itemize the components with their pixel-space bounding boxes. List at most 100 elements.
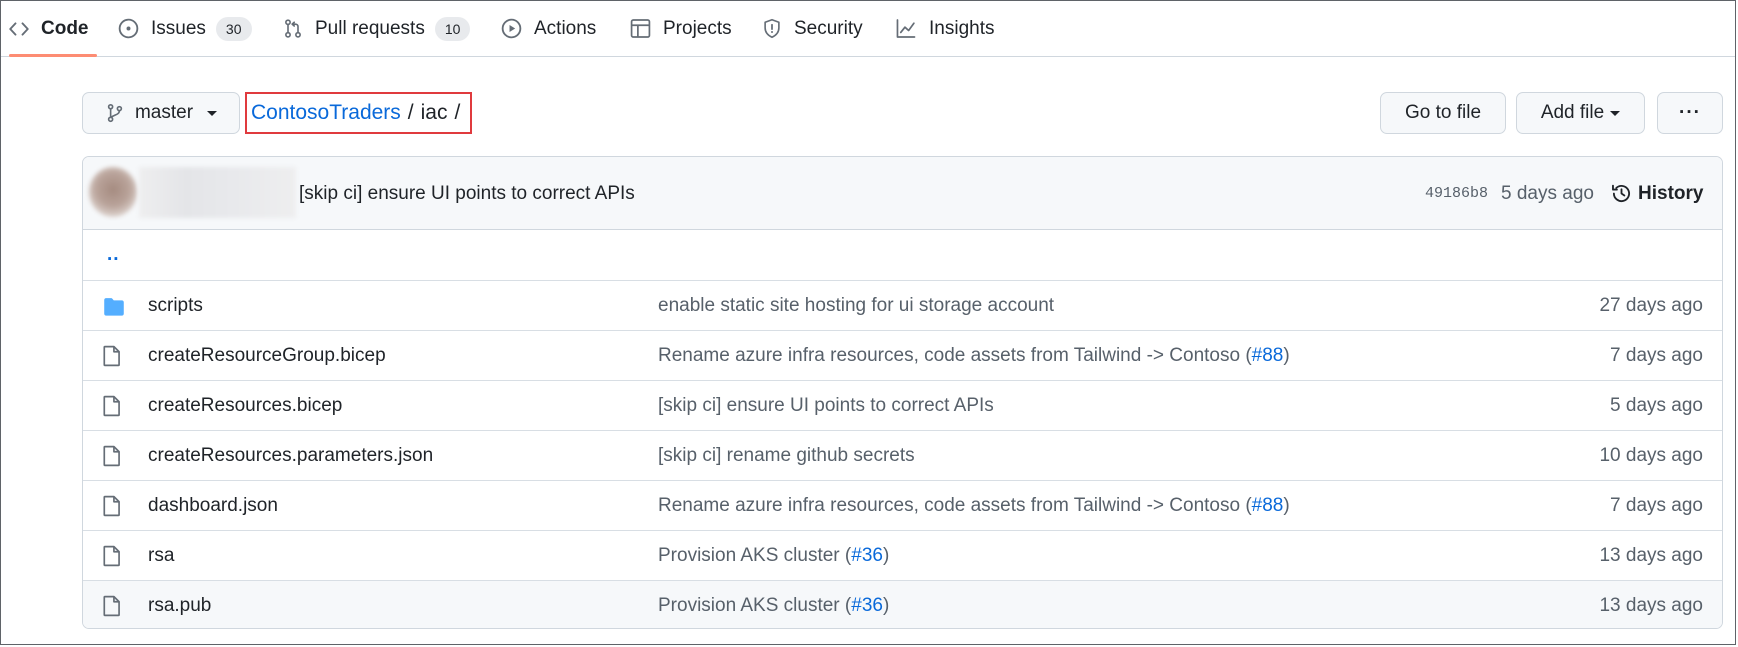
file-commit-message[interactable]: Rename azure infra resources, code asset…: [658, 481, 1290, 531]
branch-selector-button[interactable]: master: [82, 92, 240, 134]
file-row-createResources-bicep[interactable]: createResources.bicep [skip ci] ensure U…: [83, 380, 1722, 430]
tab-label: Code: [41, 17, 89, 39]
file-name-link[interactable]: rsa.pub: [148, 581, 211, 628]
pull-request-link[interactable]: #88: [1252, 345, 1284, 367]
pull-request-link[interactable]: #36: [851, 545, 883, 567]
latest-commit-message[interactable]: [skip ci] ensure UI points to correct AP…: [299, 157, 635, 230]
breadcrumb-current-dir: iac: [420, 101, 448, 124]
breadcrumb: ContosoTraders / iac /: [245, 92, 472, 134]
file-commit-message[interactable]: Provision AKS cluster (#36): [658, 581, 890, 628]
tab-label: Actions: [534, 17, 597, 39]
folder-icon: [103, 281, 125, 331]
table-icon: [630, 18, 651, 39]
go-to-file-button[interactable]: Go to file: [1380, 92, 1506, 134]
file-name-link[interactable]: rsa: [148, 531, 174, 581]
file-commit-message[interactable]: [skip ci] rename github secrets: [658, 431, 915, 481]
play-icon: [501, 18, 522, 39]
commit-message-text: [skip ci] rename github secrets: [658, 445, 915, 466]
commit-message-suffix: ): [882, 545, 890, 566]
commit-message-text: Rename azure infra resources, code asset…: [658, 495, 1252, 516]
file-name-link[interactable]: scripts: [148, 281, 203, 331]
pull-request-link[interactable]: #88: [1252, 495, 1284, 517]
commit-message-text: Provision AKS cluster (: [658, 545, 852, 566]
latest-commit-bar: [skip ci] ensure UI points to correct AP…: [83, 157, 1722, 230]
tab-security[interactable]: Security: [762, 1, 863, 56]
file-commit-message[interactable]: Rename azure infra resources, code asset…: [658, 331, 1290, 381]
kebab-horizontal-icon: ···: [1679, 102, 1701, 123]
code-icon: [9, 19, 29, 39]
file-icon: [103, 481, 121, 531]
breadcrumb-repo-link[interactable]: ContosoTraders: [251, 101, 401, 125]
branch-name: master: [134, 102, 194, 123]
file-row-createResources-parameters-json[interactable]: createResources.parameters.json [skip ci…: [83, 430, 1722, 480]
file-commit-message[interactable]: enable static site hosting for ui storag…: [658, 281, 1054, 331]
tab-actions[interactable]: Actions: [501, 1, 596, 56]
file-commit-time: 10 days ago: [1599, 445, 1703, 466]
file-name-link[interactable]: createResources.parameters.json: [148, 431, 433, 481]
repo-window: Code Issues 30 Pull requests 10 Actions: [0, 0, 1736, 645]
pull-requests-counter: 10: [434, 16, 471, 41]
file-commit-time: 7 days ago: [1610, 495, 1703, 516]
breadcrumb-trailing-separator: /: [454, 101, 461, 124]
file-icon: [103, 431, 121, 481]
file-row-rsa[interactable]: rsa Provision AKS cluster (#36) 13 days …: [83, 530, 1722, 580]
more-options-button[interactable]: ···: [1657, 92, 1723, 134]
file-name-link[interactable]: createResources.bicep: [148, 381, 342, 431]
issue-opened-icon: [118, 18, 139, 39]
file-icon: [103, 331, 121, 381]
tab-label: Pull requests: [315, 17, 425, 39]
graph-icon: [895, 18, 917, 39]
add-file-button[interactable]: Add file: [1516, 92, 1645, 134]
commit-message-suffix: ): [1283, 495, 1290, 516]
file-commit-time: 7 days ago: [1610, 345, 1703, 366]
shield-icon: [762, 18, 782, 39]
commit-author-name-blurred[interactable]: [139, 167, 296, 218]
latest-commit-sha[interactable]: 49186b8: [1425, 157, 1488, 230]
tab-label: Projects: [663, 17, 732, 39]
file-row-rsa-pub[interactable]: rsa.pub Provision AKS cluster (#36) 13 d…: [83, 580, 1722, 628]
file-commit-time: 27 days ago: [1599, 295, 1703, 316]
file-commit-time: 13 days ago: [1599, 545, 1703, 566]
commit-message-suffix: ): [882, 595, 890, 616]
tab-label: Security: [794, 17, 863, 39]
history-label: History: [1638, 182, 1704, 204]
file-commit-message[interactable]: Provision AKS cluster (#36): [658, 531, 889, 581]
breadcrumb-separator: /: [407, 101, 414, 124]
git-pull-request-icon: [283, 18, 303, 39]
chevron-down-icon: [1610, 110, 1621, 116]
commit-message-text: [skip ci] ensure UI points to correct AP…: [658, 395, 994, 416]
tab-projects[interactable]: Projects: [630, 1, 732, 56]
chevron-down-icon: [207, 110, 218, 116]
file-name-link[interactable]: dashboard.json: [148, 481, 278, 531]
file-icon: [103, 531, 121, 581]
file-row-createResourceGroup-bicep[interactable]: createResourceGroup.bicep Rename azure i…: [83, 330, 1722, 380]
add-file-label: Add file: [1540, 102, 1605, 123]
commit-message-text: Rename azure infra resources, code asset…: [658, 345, 1252, 366]
file-icon: [103, 381, 121, 431]
avatar[interactable]: [89, 167, 137, 217]
history-link[interactable]: History: [1611, 157, 1703, 230]
tab-pull-requests[interactable]: Pull requests 10: [283, 1, 471, 56]
tab-issues[interactable]: Issues 30: [118, 1, 252, 56]
go-to-file-label: Go to file: [1404, 102, 1482, 123]
history-icon: [1611, 183, 1632, 204]
tab-label: Insights: [929, 17, 995, 39]
file-list: [skip ci] ensure UI points to correct AP…: [82, 156, 1723, 629]
commit-message-text: Provision AKS cluster (: [658, 595, 852, 616]
file-row-dashboard-json[interactable]: dashboard.json Rename azure infra resour…: [83, 480, 1722, 530]
tab-insights[interactable]: Insights: [895, 1, 994, 56]
parent-directory-link[interactable]: ..: [107, 230, 120, 280]
file-icon: [103, 581, 121, 628]
file-row-scripts[interactable]: scripts enable static site hosting for u…: [83, 280, 1722, 330]
tab-label: Issues: [151, 17, 206, 39]
file-name-link[interactable]: createResourceGroup.bicep: [148, 331, 386, 381]
parent-directory-row[interactable]: ..: [83, 230, 1722, 280]
issues-counter: 30: [215, 16, 252, 41]
tab-code[interactable]: Code: [9, 1, 96, 57]
pull-request-link[interactable]: #36: [851, 595, 883, 617]
file-commit-time: 13 days ago: [1599, 595, 1703, 616]
latest-commit-time: 5 days ago: [1501, 182, 1594, 204]
repo-nav: Code Issues 30 Pull requests 10 Actions: [1, 1, 1735, 57]
git-branch-icon: [105, 103, 125, 123]
file-commit-message[interactable]: [skip ci] ensure UI points to correct AP…: [658, 381, 994, 431]
